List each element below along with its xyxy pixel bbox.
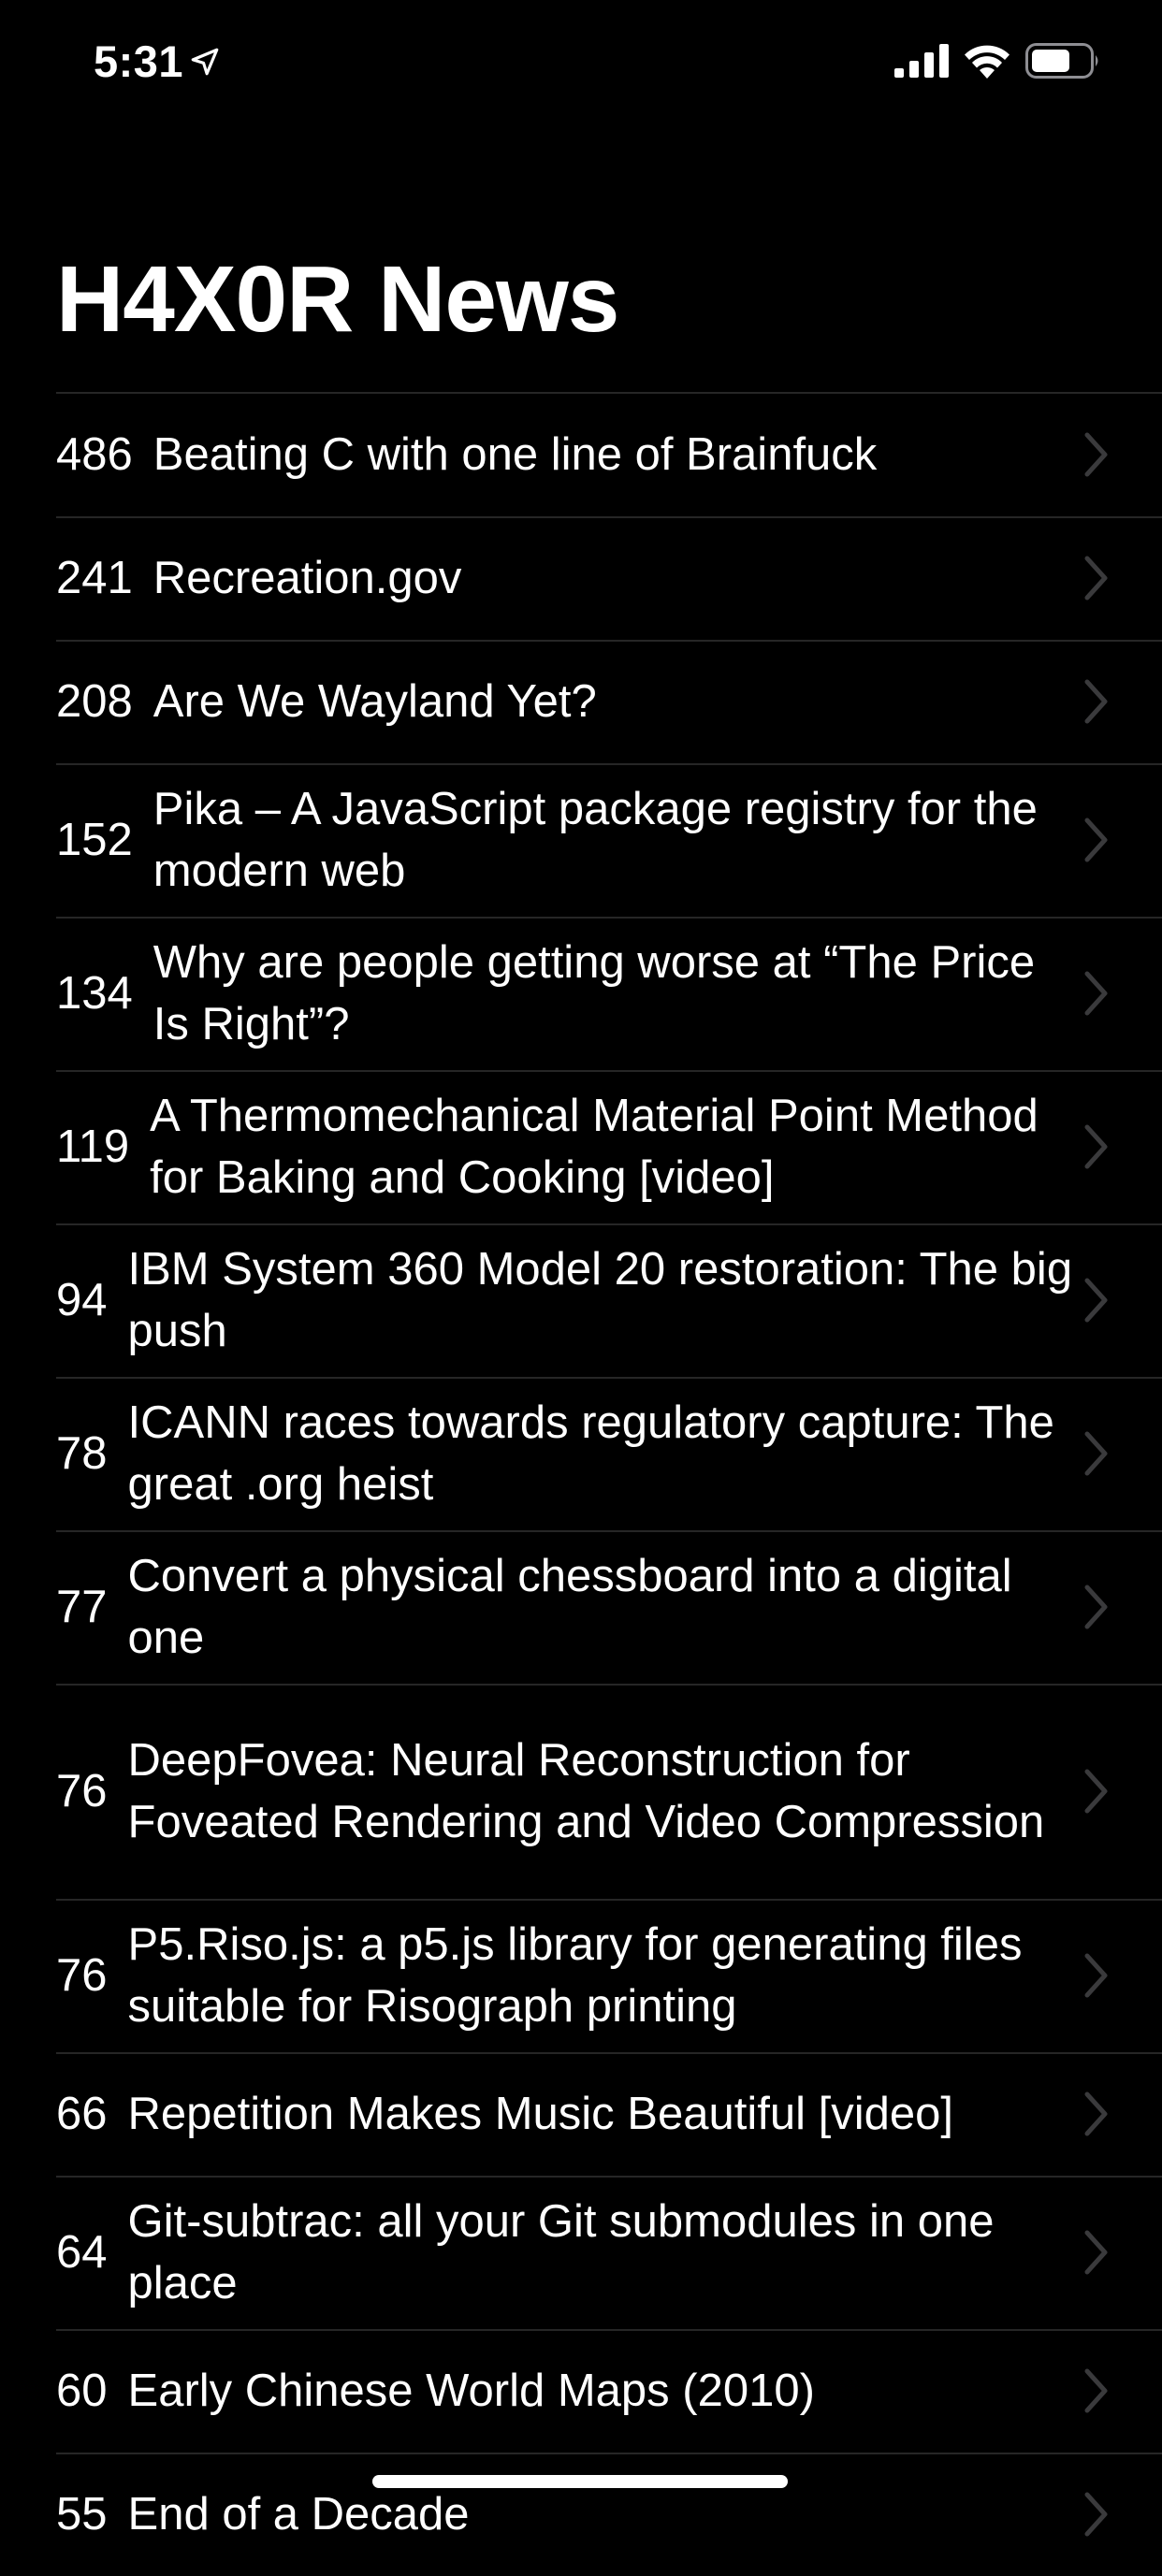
page-title: H4X0R News — [56, 247, 619, 352]
story-points: 94 — [56, 1274, 108, 1325]
status-time-label: 5:31 — [94, 36, 184, 86]
row-separator — [56, 2329, 1162, 2331]
chevron-right-icon — [1082, 678, 1110, 725]
story-list[interactable]: 486 Beating C with one line of Brainfuck 2… — [0, 393, 1162, 2576]
story-title: Repetition Makes Music Beautiful [video] — [127, 2089, 953, 2139]
story-title: End of a Decade — [127, 2489, 470, 2540]
chevron-right-icon — [1082, 431, 1110, 478]
story-row[interactable]: 208 Are We Wayland Yet? — [0, 640, 1162, 763]
story-row[interactable]: 94 IBM System 360 Model 20 restoration: T… — [0, 1223, 1162, 1377]
chevron-right-icon — [1082, 2491, 1110, 2538]
story-title: Why are people getting worse at “The Pri… — [153, 937, 1036, 1049]
row-separator — [56, 763, 1162, 765]
story-points: 486 — [56, 428, 133, 480]
status-time: 5:31 — [94, 36, 221, 87]
wifi-icon — [964, 43, 1010, 79]
chevron-right-icon — [1082, 1277, 1110, 1324]
story-points: 152 — [56, 814, 133, 865]
story-points: 60 — [56, 2365, 108, 2416]
chevron-right-icon — [1082, 1123, 1110, 1170]
story-title: Beating C with one line of Brainfuck — [153, 429, 878, 480]
story-title: Git-subtrac: all your Git submodules in … — [127, 2196, 995, 2308]
story-row[interactable]: 77 Convert a physical chessboard into a d… — [0, 1530, 1162, 1684]
story-points: 76 — [56, 1765, 108, 1816]
story-row[interactable]: 152 Pika – A JavaScript package registry … — [0, 763, 1162, 917]
chevron-right-icon — [1082, 1768, 1110, 1815]
story-title: DeepFovea: Neural Reconstruction for Fov… — [127, 1735, 1045, 1847]
row-separator — [56, 2176, 1162, 2178]
row-separator — [56, 1070, 1162, 1072]
chevron-right-icon — [1082, 1584, 1110, 1630]
chevron-right-icon — [1082, 555, 1110, 601]
story-title: Early Chinese World Maps (2010) — [127, 2366, 815, 2416]
row-separator — [56, 1899, 1162, 1901]
chevron-right-icon — [1082, 817, 1110, 863]
story-points: 119 — [56, 1121, 130, 1172]
row-separator — [56, 917, 1162, 919]
chevron-right-icon — [1082, 1430, 1110, 1477]
story-points: 66 — [56, 2088, 108, 2139]
story-title: Convert a physical chessboard into a dig… — [127, 1551, 1012, 1663]
story-points: 76 — [56, 1949, 108, 2001]
story-points: 241 — [56, 552, 133, 603]
row-separator — [56, 1223, 1162, 1225]
home-indicator[interactable] — [372, 2475, 788, 2488]
story-title: Are We Wayland Yet? — [153, 676, 597, 727]
cellular-signal-icon — [894, 44, 949, 78]
story-title: Recreation.gov — [153, 553, 462, 603]
story-row[interactable]: 119 A Thermomechanical Material Point Met… — [0, 1070, 1162, 1223]
row-separator — [56, 640, 1162, 642]
story-row[interactable]: 486 Beating C with one line of Brainfuck — [0, 393, 1162, 516]
story-points: 78 — [56, 1427, 108, 1479]
story-points: 208 — [56, 675, 133, 727]
story-points: 64 — [56, 2226, 108, 2278]
story-row[interactable]: 241 Recreation.gov — [0, 516, 1162, 640]
row-separator — [56, 1530, 1162, 1532]
story-row[interactable]: 78 ICANN races towards regulatory capture… — [0, 1377, 1162, 1530]
story-title: IBM System 360 Model 20 restoration: The… — [127, 1244, 1073, 1356]
story-points: 134 — [56, 967, 133, 1019]
chevron-right-icon — [1082, 2229, 1110, 2276]
story-row[interactable]: 55 End of a Decade — [0, 2453, 1162, 2576]
status-bar: 5:31 — [0, 0, 1162, 123]
story-row[interactable]: 60 Early Chinese World Maps (2010) — [0, 2329, 1162, 2453]
location-arrow-icon — [189, 46, 221, 78]
story-title: Pika – A JavaScript package registry for… — [153, 784, 1038, 896]
story-row[interactable]: 76 DeepFovea: Neural Reconstruction for F… — [0, 1684, 1162, 1899]
row-separator — [56, 2453, 1162, 2454]
chevron-right-icon — [1082, 1952, 1110, 1999]
status-indicators — [894, 43, 1100, 79]
story-row[interactable]: 64 Git-subtrac: all your Git submodules i… — [0, 2176, 1162, 2329]
story-title: ICANN races towards regulatory capture: … — [127, 1397, 1054, 1510]
row-separator — [56, 2052, 1162, 2054]
story-row[interactable]: 66 Repetition Makes Music Beautiful [vide… — [0, 2052, 1162, 2176]
chevron-right-icon — [1082, 2367, 1110, 2414]
row-separator — [56, 1684, 1162, 1686]
story-title: A Thermomechanical Material Point Method… — [150, 1091, 1039, 1203]
chevron-right-icon — [1082, 970, 1110, 1017]
battery-icon — [1025, 43, 1100, 79]
story-row[interactable]: 76 P5.Riso.js: a p5.js library for genera… — [0, 1899, 1162, 2052]
story-points: 55 — [56, 2488, 108, 2540]
story-title: P5.Riso.js: a p5.js library for generati… — [127, 1919, 1023, 2032]
row-separator — [56, 516, 1162, 518]
story-points: 77 — [56, 1581, 108, 1632]
row-separator — [56, 1377, 1162, 1379]
chevron-right-icon — [1082, 2091, 1110, 2137]
story-row[interactable]: 134 Why are people getting worse at “The … — [0, 917, 1162, 1070]
